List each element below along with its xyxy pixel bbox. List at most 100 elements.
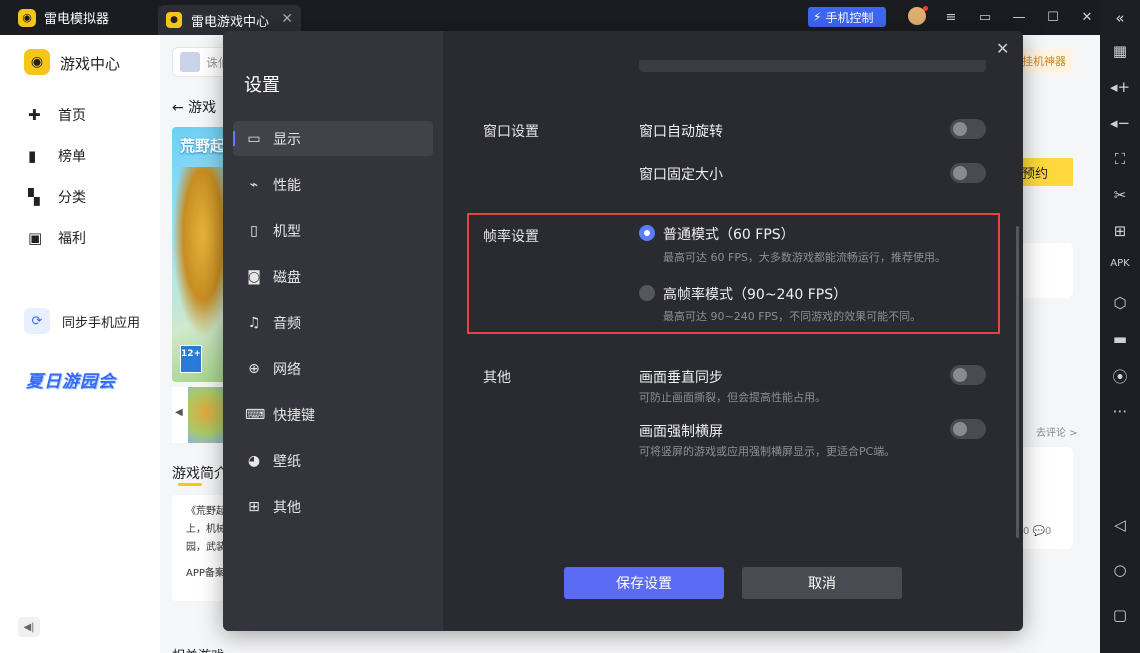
menu-icon[interactable]: ≡ (934, 10, 968, 25)
sidebar-item-label: 福利 (58, 231, 86, 247)
maximize-icon[interactable]: ☐ (1036, 10, 1070, 25)
menu-item-audio[interactable]: ♫ 音频 (233, 305, 433, 340)
normal-mode-label[interactable]: 普通模式（60 FPS） (663, 224, 795, 244)
user-avatar[interactable] (900, 5, 934, 29)
game-center-sidebar: ◉ 游戏中心 ✚ 首页 ▮ 榜单 ▚ 分类 ▣ 福利 ⟳ 同步手机应用 夏日游园… (0, 35, 160, 653)
scrolled-content-edge (639, 60, 986, 72)
sidebar-item-rankings[interactable]: ▮ 榜单 (28, 146, 86, 166)
intro-line-2: 上，机械 (186, 524, 224, 535)
prev-arrow-icon[interactable]: ◀ (175, 407, 183, 418)
app-record-text: APP备案 (186, 568, 224, 579)
palette-icon: ◕ (247, 452, 261, 469)
intro-title: 游戏简介 (172, 466, 228, 482)
window-controls: ≡ ▭ — ☐ ✕ (900, 0, 1104, 35)
high-fps-radio[interactable] (639, 285, 655, 301)
normal-mode-radio[interactable] (639, 225, 655, 241)
volume-down-icon[interactable]: ◂− (1100, 114, 1140, 132)
fps-settings-heading: 帧率设置 (483, 229, 539, 245)
vsync-desc: 可防止画面撕裂，但会提高性能占用。 (639, 391, 826, 404)
menu-item-label: 机型 (273, 223, 301, 240)
volume-up-icon[interactable]: ◂+ (1100, 78, 1140, 96)
location-icon[interactable]: ⦿ (1100, 366, 1140, 387)
menu-item-label: 快捷键 (273, 407, 315, 424)
vsync-toggle[interactable] (950, 365, 986, 385)
reserve-button[interactable]: 预约 (1020, 158, 1073, 186)
more-icon[interactable]: ⋯ (1100, 402, 1140, 420)
audio-icon: ♫ (247, 314, 261, 331)
cancel-button[interactable]: 取消 (742, 567, 902, 599)
settings-scrollbar[interactable] (1016, 226, 1019, 538)
normal-mode-desc: 最高可达 60 FPS，大多数游戏都能流畅运行，推荐使用。 (663, 251, 946, 264)
intro-line-3: 园，武装 (186, 542, 224, 553)
high-fps-label[interactable]: 高帧率模式（90~240 FPS） (663, 284, 847, 304)
device-model-icon: ▯ (250, 222, 258, 239)
game-center-logo-icon: ◉ (24, 49, 50, 75)
back-icon[interactable]: ◁ (1100, 516, 1140, 534)
collapse-toolbar-icon[interactable]: « (1100, 9, 1140, 27)
settings-dialog: 设置 ▭ 显示 ⌁ 性能 ▯ 机型 ◙ 磁盘 ♫ 音频 ⊕ 网络 ⌨ 快捷键 ◕… (223, 31, 1023, 631)
menu-item-label: 其他 (273, 499, 301, 516)
screenshot-thumbnail[interactable] (188, 387, 224, 443)
force-landscape-toggle[interactable] (950, 419, 986, 439)
save-settings-button[interactable]: 保存设置 (564, 567, 724, 599)
summer-event-banner[interactable]: 夏日游园会 (26, 367, 116, 392)
add-app-icon[interactable]: ⊞ (1100, 222, 1140, 240)
tab-close-icon[interactable]: ✕ (281, 11, 293, 27)
sidebar-item-home[interactable]: ✚ 首页 (28, 105, 86, 125)
other-settings-heading: 其他 (483, 370, 511, 386)
disk-icon: ◙ (247, 268, 261, 285)
menu-item-network[interactable]: ⊕ 网络 (233, 351, 433, 386)
review-link[interactable]: 去评论 > (1036, 424, 1078, 439)
game-banner[interactable]: 荒野起 12+ (172, 127, 224, 382)
scissors-icon[interactable]: ✂ (1100, 186, 1140, 204)
apk-install-icon[interactable]: APK (1100, 258, 1140, 269)
settings-title: 设置 (244, 75, 280, 96)
close-icon[interactable]: ✕ (1070, 10, 1104, 25)
screenshot-thumbnails[interactable]: ◀ (172, 387, 224, 443)
idle-tool-tag[interactable]: 挂机神器 (1020, 49, 1073, 73)
lightning-icon: ⚡ (813, 10, 822, 24)
auto-rotate-toggle[interactable] (950, 119, 986, 139)
menu-item-device-model[interactable]: ▯ 机型 (233, 213, 433, 248)
home-icon[interactable]: ○ (1100, 561, 1140, 579)
menu-item-display[interactable]: ▭ 显示 (233, 121, 433, 156)
minimize-to-tray-icon[interactable]: ▭ (968, 10, 1002, 25)
minimize-icon[interactable]: — (1002, 10, 1036, 25)
close-dialog-icon[interactable]: ✕ (996, 39, 1009, 58)
sidebar-item-welfare[interactable]: ▣ 福利 (28, 228, 86, 248)
intro-card: 《荒野起 上，机械 园，武装 APP备案 (172, 495, 224, 601)
menu-item-label: 音频 (273, 315, 301, 332)
tab-label: 雷电游戏中心 (191, 14, 270, 30)
menu-item-label: 磁盘 (273, 269, 301, 286)
menu-item-other[interactable]: ⊞ 其他 (233, 489, 433, 524)
monitor-icon: ▭ (247, 130, 261, 147)
auto-rotate-label: 窗口自动旋转 (639, 124, 723, 140)
gamepad-icon: ● (166, 12, 182, 28)
folder-icon[interactable]: ▬ (1100, 330, 1140, 348)
menu-item-label: 网络 (273, 361, 301, 378)
collapse-sidebar-button[interactable]: ◀| (18, 617, 40, 637)
hexagon-settings-icon[interactable]: ⬡ (1100, 294, 1140, 312)
sync-phone-apps[interactable]: ⟳ 同步手机应用 (24, 308, 140, 334)
fullscreen-icon[interactable]: ⛶ (1100, 150, 1140, 168)
performance-icon: ⌁ (249, 176, 259, 193)
recent-apps-icon[interactable]: ▢ (1100, 606, 1140, 624)
force-landscape-desc: 可将竖屏的游戏或应用强制横屏显示，更适合PC端。 (639, 445, 896, 458)
phone-control-button[interactable]: ⚡ 手机控制 (808, 7, 886, 27)
menu-item-performance[interactable]: ⌁ 性能 (233, 167, 433, 202)
menu-item-shortcuts[interactable]: ⌨ 快捷键 (233, 397, 433, 432)
menu-item-disk[interactable]: ◙ 磁盘 (233, 259, 433, 294)
back-link[interactable]: ← 游戏 (172, 97, 216, 117)
fixed-size-toggle[interactable] (950, 163, 986, 183)
phone-sync-icon: ⟳ (24, 308, 50, 334)
fixed-size-label: 窗口固定大小 (639, 167, 723, 183)
keyboard-icon: ⌨ (245, 406, 266, 423)
game-center-title: 游戏中心 (60, 55, 121, 73)
globe-icon: ⊕ (248, 360, 260, 377)
menu-item-wallpaper[interactable]: ◕ 壁纸 (233, 443, 433, 478)
window-settings-heading: 窗口设置 (483, 124, 539, 140)
phone-control-label: 手机控制 (825, 10, 874, 25)
sidebar-item-categories[interactable]: ▚ 分类 (28, 187, 86, 207)
sync-label: 同步手机应用 (62, 315, 141, 331)
keyboard-mapping-icon[interactable]: ▦ (1100, 42, 1140, 60)
